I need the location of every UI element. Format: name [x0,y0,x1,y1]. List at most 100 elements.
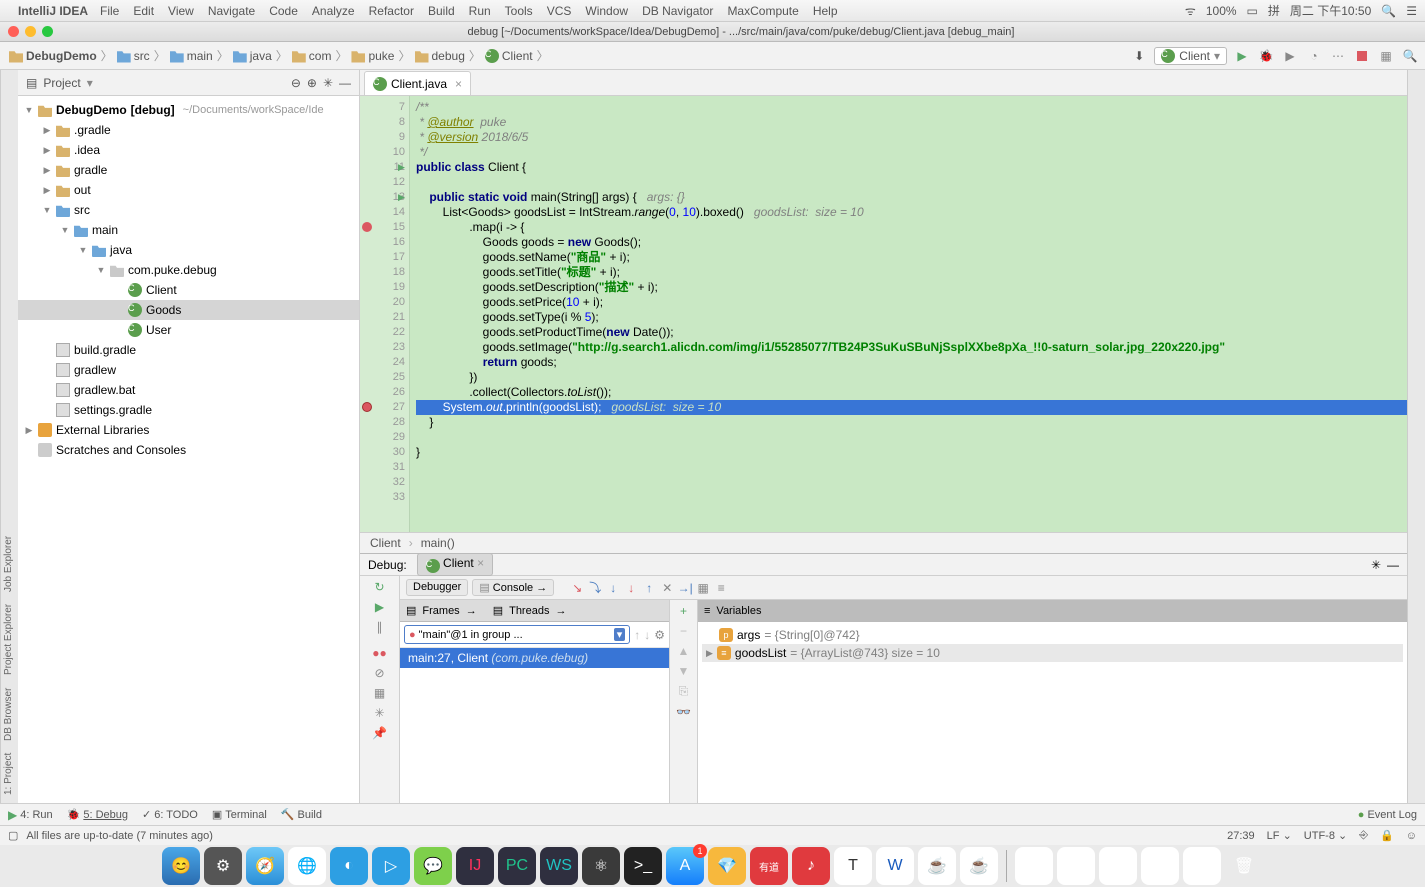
code-line-28[interactable]: } [416,415,1407,430]
code-line-18[interactable]: goods.setTitle("标题" + i); [416,265,1407,280]
tree-root[interactable]: ▼ DebugDemo [debug] ~/Documents/workSpac… [18,100,359,120]
crumb-puke[interactable]: puke [348,49,397,63]
crumb-com[interactable]: com [289,49,335,63]
menu-analyze[interactable]: Analyze [312,4,355,18]
btab-todo[interactable]: ✓6: TODO [142,808,198,821]
dock-recent5[interactable]: ▫ [1183,847,1221,885]
dock-settings[interactable]: ⚙ [204,847,242,885]
code-line-7[interactable]: /** [416,100,1407,115]
dock-typora[interactable]: T [834,847,872,885]
dock-atom[interactable]: ⚛ [582,847,620,885]
tree-item[interactable]: gradlew [18,360,359,380]
crumb-debug[interactable]: debug [412,49,468,63]
mute-breakpoints-icon[interactable]: ⊘ [374,666,384,680]
pause-icon[interactable]: ∥ [377,620,383,634]
tree-item[interactable]: CClient [18,280,359,300]
menu-vcs[interactable]: VCS [547,4,572,18]
variable-row[interactable]: pargs = {String[0]@742} [702,626,1403,644]
layout-button[interactable]: ▦ [1377,47,1395,65]
trace-icon[interactable]: ≡ [712,579,730,597]
force-step-into-icon[interactable]: ↓ [622,579,640,597]
code-area[interactable]: /** * @author puke * @version 2018/6/5 *… [410,96,1407,532]
code-line-14[interactable]: List<Goods> goodsList = IntStream.range(… [416,205,1407,220]
editor-body[interactable]: 78910▶1112▶13141516171819202122232425262… [360,96,1407,532]
code-line-13[interactable]: public static void main(String[] args) {… [416,190,1407,205]
menu-code[interactable]: Code [269,4,298,18]
drop-frame-icon[interactable]: ✕ [658,579,676,597]
tree-item[interactable]: CGoods [18,300,359,320]
menu-extra-icon[interactable]: ☰ [1406,4,1417,18]
pin-icon[interactable]: 📌 [372,726,387,740]
run-to-cursor-icon[interactable]: →| [676,579,694,597]
menu-view[interactable]: View [168,4,194,18]
view-breakpoints-icon[interactable]: ●● [372,646,387,660]
tool-project[interactable]: 1: Project [3,753,16,795]
variables-list[interactable]: pargs = {String[0]@742}▶≡goodsList = {Ar… [698,622,1407,803]
tree-item[interactable]: ▶.idea [18,140,359,160]
git-icon[interactable]: ⎆ [1359,829,1368,842]
crumb-client[interactable]: CClient [482,49,536,63]
thread-select[interactable]: ● "main"@1 in group ... ▾ [404,625,630,644]
menu-dbnavigator[interactable]: DB Navigator [642,4,713,18]
code-line-20[interactable]: goods.setPrice(10 + i); [416,295,1407,310]
locate-icon[interactable]: ⊕ [307,76,317,90]
dock-terminal[interactable]: >_ [624,847,662,885]
code-line-8[interactable]: * @author puke [416,115,1407,130]
code-line-33[interactable] [416,490,1407,505]
dock-appstore[interactable]: A1 [666,847,704,885]
app-name[interactable]: IntelliJ IDEA [18,4,88,18]
status-icon[interactable]: ▢ [8,829,18,842]
up-icon[interactable]: ▲ [678,644,690,658]
debugger-tab[interactable]: Debugger [406,579,468,596]
prev-frame-icon[interactable]: ↑ [634,628,640,642]
menu-window[interactable]: Window [585,4,628,18]
tree-scratches[interactable]: Scratches and Consoles [18,440,359,460]
stack-frame[interactable]: main:27, Client (com.puke.debug) [400,648,669,668]
btab-debug[interactable]: 🐞5: Debug [67,808,128,821]
close-icon[interactable]: × [455,77,462,91]
crumb-project[interactable]: DebugDemo [6,49,100,63]
step-into-icon[interactable]: ↓ [604,579,622,597]
code-line-23[interactable]: goods.setImage("http://g.search1.alicdn.… [416,340,1407,355]
attach-button[interactable]: ⋯ [1329,47,1347,65]
tree-item[interactable]: ▼main [18,220,359,240]
watches-icon[interactable]: 👓 [676,705,691,719]
dock-safari[interactable]: 🧭 [246,847,284,885]
code-line-17[interactable]: goods.setName("商品" + i); [416,250,1407,265]
editor-gutter[interactable]: 78910▶1112▶13141516171819202122232425262… [360,96,410,532]
next-frame-icon[interactable]: ↓ [644,628,650,642]
tree-ext-libs[interactable]: ▶External Libraries [18,420,359,440]
rerun-icon[interactable]: ↻ [374,580,384,594]
spotlight-icon[interactable]: 🔍 [1381,4,1396,18]
step-over-icon[interactable]: ⤵ [586,579,604,597]
remove-watch-icon[interactable]: − [680,624,687,638]
encoding[interactable]: UTF-8 ⌄ [1304,829,1347,842]
debug-button[interactable]: 🐞 [1257,47,1275,65]
menu-refactor[interactable]: Refactor [369,4,414,18]
code-line-30[interactable]: } [416,445,1407,460]
caret-position[interactable]: 27:39 [1227,830,1255,842]
tree-item[interactable]: ▼src [18,200,359,220]
input-icon[interactable]: 拼 [1268,2,1280,19]
new-watch-icon[interactable]: + [680,604,687,618]
inspector-icon[interactable]: ☺ [1406,830,1417,842]
dock-wechat[interactable]: 💬 [414,847,452,885]
console-tab[interactable]: ▤ Console → [472,579,554,596]
project-tree[interactable]: ▼ DebugDemo [debug] ~/Documents/workSpac… [18,96,359,803]
code-line-25[interactable]: }) [416,370,1407,385]
dock-webstorm[interactable]: WS [540,847,578,885]
code-line-10[interactable]: */ [416,145,1407,160]
lock-icon[interactable]: 🔒 [1380,829,1394,842]
tool-dbbrowser[interactable]: DB Browser [3,687,16,740]
dock-chrome[interactable]: 🌐 [288,847,326,885]
btab-build[interactable]: 🔨Build [281,808,322,821]
settings-icon[interactable]: ✳ [323,76,333,90]
tree-item[interactable]: ▶out [18,180,359,200]
tree-item[interactable]: build.gradle [18,340,359,360]
run-config-select[interactable]: CClient▾ [1154,47,1227,65]
stop-button[interactable] [1353,47,1371,65]
profile-button[interactable]: ◔ [1305,47,1323,65]
tree-item[interactable]: gradlew.bat [18,380,359,400]
code-line-29[interactable] [416,430,1407,445]
dock-app1[interactable]: ◐ [330,847,368,885]
